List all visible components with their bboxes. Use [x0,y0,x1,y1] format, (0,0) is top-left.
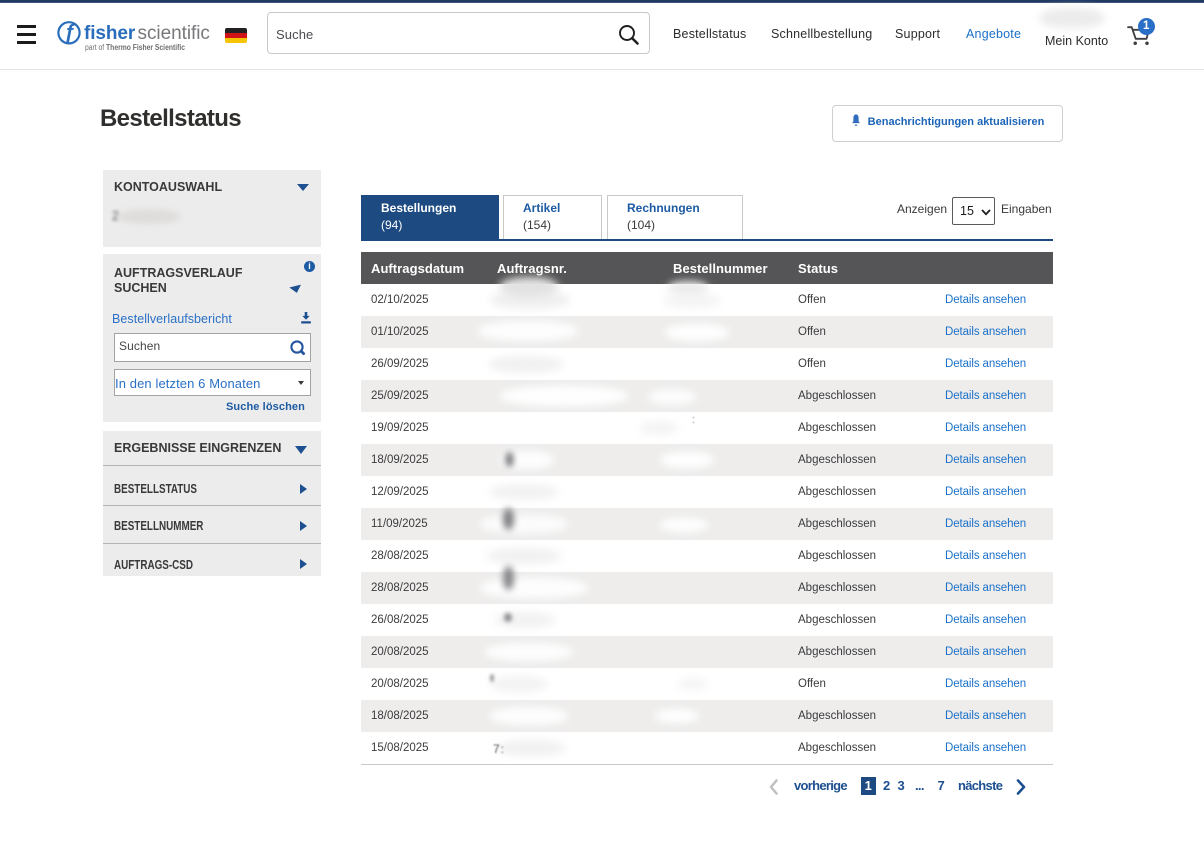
svg-text:fisher: fisher [84,23,136,44]
svg-text:ƒ: ƒ [64,22,75,44]
svg-text:part of Thermo Fisher Scientif: part of Thermo Fisher Scientific [85,43,185,52]
svg-text:scientific: scientific [138,23,210,44]
